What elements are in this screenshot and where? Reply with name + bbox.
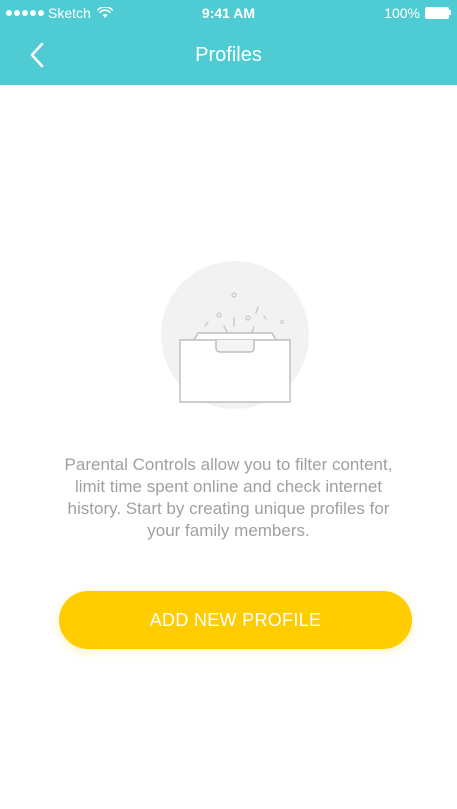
open-box-icon (160, 260, 310, 420)
add-new-profile-button[interactable]: ADD NEW PROFILE (59, 591, 412, 649)
status-right: 100% (384, 5, 451, 21)
header: Sketch 9:41 AM 100% Profiles (0, 0, 457, 85)
page-title: Profiles (195, 44, 262, 66)
navigation-bar: Profiles (0, 26, 457, 85)
battery-percent: 100% (384, 5, 420, 21)
status-bar: Sketch 9:41 AM 100% (0, 0, 457, 26)
empty-state-message: Parental Controls allow you to filter co… (64, 455, 393, 540)
profiles-screen: Sketch 9:41 AM 100% Profiles Parental Co… (0, 0, 457, 809)
battery-icon (425, 7, 451, 19)
